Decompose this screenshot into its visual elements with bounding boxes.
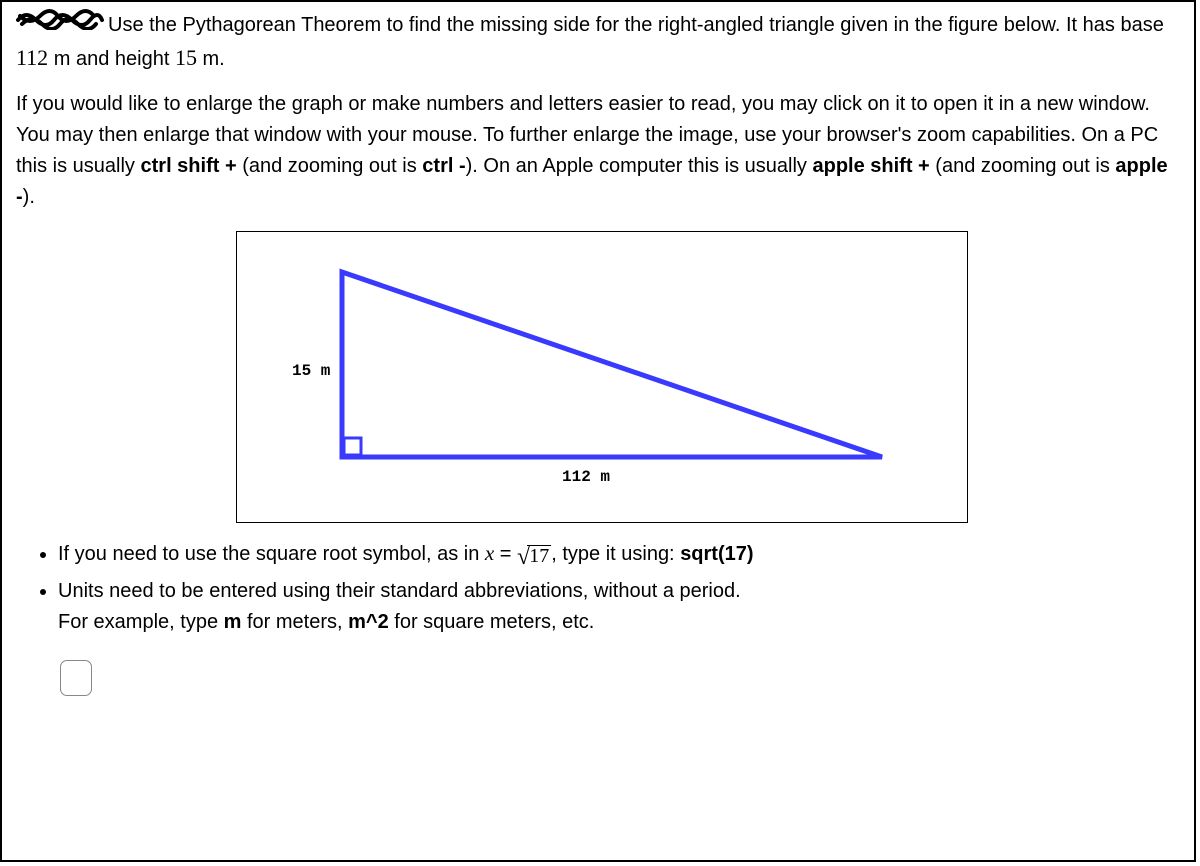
enlarge-text-5: ).: [23, 186, 35, 208]
hint2b-m2: m^2: [348, 611, 389, 633]
redacted-scribble-icon: [16, 8, 104, 40]
hint2b-m: m: [224, 611, 242, 633]
kbd-zoom-out-pc: ctrl -: [422, 155, 465, 177]
hint2b-e: for square meters, etc.: [389, 611, 595, 633]
hint1-var-x: x: [485, 541, 494, 565]
problem-statement: Use the Pythagorean Theorem to find the …: [16, 10, 1180, 75]
enlarge-instructions: If you would like to enlarge the graph o…: [16, 89, 1180, 213]
hint-units: Units need to be entered using their sta…: [58, 576, 1180, 638]
kbd-zoom-in-mac: apple shift +: [812, 155, 929, 177]
hint1-rad-val: 17: [527, 545, 551, 566]
height-value: 15: [175, 45, 197, 70]
hint2b-c: for meters,: [241, 611, 348, 633]
triangle-figure[interactable]: 15 m 112 m: [236, 231, 968, 523]
hint1-code: sqrt(17): [680, 543, 753, 565]
kbd-zoom-in-pc: ctrl shift +: [141, 155, 237, 177]
problem-container: Use the Pythagorean Theorem to find the …: [0, 0, 1196, 862]
figure-wrap: 15 m 112 m: [236, 231, 1180, 523]
enlarge-text-3: ). On an Apple computer this is usually: [466, 155, 813, 177]
hints-list: If you need to use the square root symbo…: [26, 537, 1180, 638]
figure-base-label: 112 m: [562, 468, 610, 486]
intro-text-b: m and height: [48, 48, 175, 70]
intro-text-c: m.: [197, 48, 225, 70]
hint-sqrt: If you need to use the square root symbo…: [58, 537, 1180, 574]
intro-text-a: Use the Pythagorean Theorem to find the …: [108, 14, 1164, 36]
enlarge-text-4: (and zooming out is: [930, 155, 1116, 177]
enlarge-text-2: (and zooming out is: [237, 155, 423, 177]
hint2b-a: For example, type: [58, 611, 224, 633]
hint1-eq: =: [494, 543, 517, 565]
hint1-text-a: If you need to use the square root symbo…: [58, 543, 485, 565]
figure-height-label: 15 m: [292, 362, 330, 380]
hint1-text-b: , type it using:: [551, 543, 680, 565]
triangle-icon: [332, 262, 902, 472]
answer-input[interactable]: [60, 660, 92, 696]
base-value: 112: [16, 45, 48, 70]
hint2-text: Units need to be entered using their sta…: [58, 580, 741, 602]
sqrt-icon: √17: [517, 539, 551, 576]
